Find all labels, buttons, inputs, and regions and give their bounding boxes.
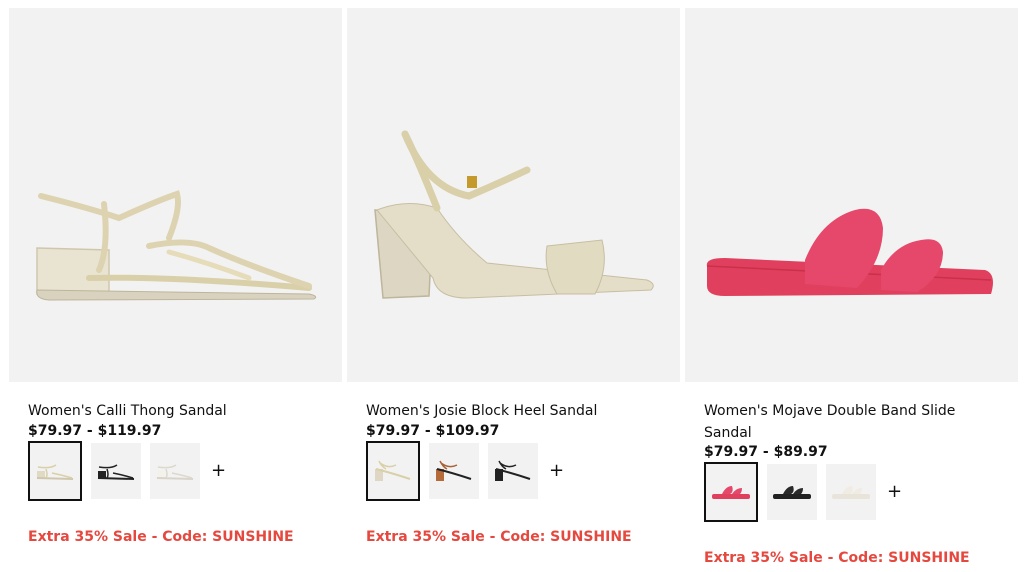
sandal-thumb-icon <box>97 464 135 480</box>
more-colors-button[interactable]: + <box>887 483 902 501</box>
product-image-josie[interactable] <box>347 8 680 382</box>
product-card[interactable]: Women's Josie Block Heel Sandal $79.97 -… <box>347 8 680 568</box>
slide-thumb-icon <box>712 486 750 499</box>
product-image-mojave[interactable] <box>685 8 1018 382</box>
product-title[interactable]: Women's Calli Thong Sandal <box>28 400 328 422</box>
product-price: $79.97 - $119.97 <box>28 423 162 439</box>
more-colors-button[interactable]: + <box>549 462 564 480</box>
product-title[interactable]: Women's Josie Block Heel Sandal <box>366 400 666 422</box>
color-swatches: + <box>366 440 564 502</box>
sandal-image <box>374 130 654 299</box>
swatch-tan[interactable] <box>429 443 479 499</box>
product-card[interactable]: Women's Mojave Double Band Slide Sandal … <box>685 8 1018 568</box>
slide-thumb-icon <box>773 486 811 499</box>
product-card[interactable]: Women's Calli Thong Sandal $79.97 - $119… <box>9 8 342 568</box>
product-price: $79.97 - $89.97 <box>704 444 828 460</box>
promo-text: Extra 35% Sale - Code: SUNSHINE <box>28 529 294 545</box>
swatch-white[interactable] <box>150 443 200 499</box>
sandal-thumb-icon <box>436 460 472 481</box>
swatch-gold[interactable] <box>366 441 420 501</box>
slide-thumb-icon <box>832 486 870 499</box>
swatch-black[interactable] <box>91 443 141 499</box>
sandal-thumb-icon <box>495 460 531 481</box>
swatch-pink[interactable] <box>704 462 758 522</box>
product-price: $79.97 - $109.97 <box>366 423 500 439</box>
swatch-white[interactable] <box>826 464 876 520</box>
color-swatches: + <box>704 461 902 523</box>
swatch-gold[interactable] <box>28 441 82 501</box>
product-image-calli[interactable] <box>9 8 342 382</box>
promo-text: Extra 35% Sale - Code: SUNSHINE <box>366 529 632 545</box>
sandal-thumb-icon <box>156 464 194 480</box>
sandal-image <box>706 208 993 296</box>
product-title[interactable]: Women's Mojave Double Band Slide Sandal <box>704 400 1004 444</box>
swatch-black[interactable] <box>767 464 817 520</box>
sandal-thumb-icon <box>375 460 411 481</box>
swatch-black[interactable] <box>488 443 538 499</box>
more-colors-button[interactable]: + <box>211 462 226 480</box>
sandal-image <box>36 190 317 301</box>
color-swatches: + <box>28 440 226 502</box>
promo-text: Extra 35% Sale - Code: SUNSHINE <box>704 550 970 566</box>
sandal-thumb-icon <box>36 464 74 480</box>
